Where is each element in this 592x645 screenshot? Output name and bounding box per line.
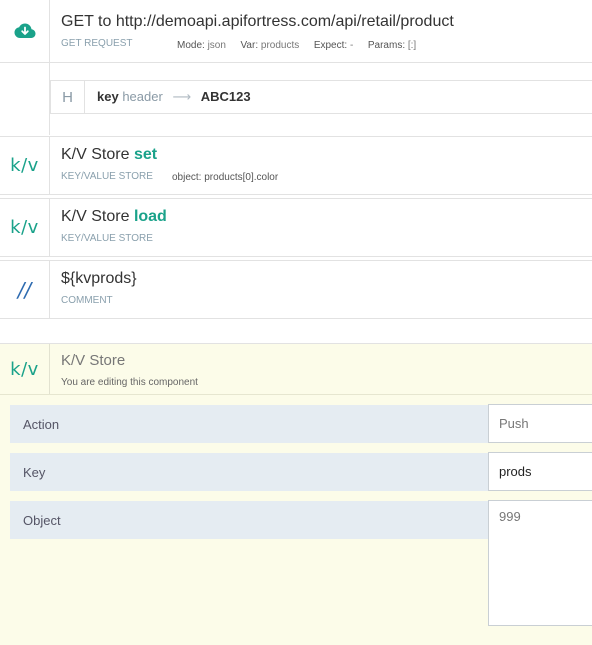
kv-store-icon: k/v	[10, 155, 39, 176]
kv-store-icon: k/v	[10, 358, 39, 380]
header-badge: H	[51, 81, 85, 113]
kv-store-icon: k/v	[10, 217, 39, 238]
header-value: ABC123	[200, 89, 251, 104]
kv-load-action: load	[133, 208, 167, 225]
object-field-label: Object	[10, 501, 488, 539]
edit-panel-title: K/V Store	[61, 352, 126, 369]
kv-load-icon-cell: k/v	[0, 199, 50, 256]
params-label: Params:	[367, 40, 406, 51]
get-request-row[interactable]: GET to http://demoapi.apifortress.com/ap…	[0, 0, 592, 63]
expect-label: Expect:	[313, 40, 348, 51]
edit-icon-cell: k/v	[0, 344, 50, 394]
var-value: products	[260, 40, 300, 51]
header-key: key	[97, 89, 119, 104]
cloud-download-icon	[14, 23, 35, 38]
expect-value: -	[349, 40, 354, 51]
mode-value: json	[207, 40, 226, 51]
header-gutter	[0, 63, 50, 135]
kv-load-title: K/V Store load	[61, 208, 167, 226]
key-field-label: Key	[10, 453, 488, 491]
kv-set-action: set	[133, 146, 158, 163]
header-key-label: header	[122, 89, 163, 104]
kv-set-icon-cell: k/v	[0, 137, 50, 194]
kv-load-title-prefix: K/V Store	[61, 208, 130, 225]
comment-icon: //	[17, 277, 32, 302]
arrow-right-icon: ⟶	[172, 89, 192, 104]
comment-row[interactable]: // ${kvprods} COMMENT	[0, 260, 592, 319]
action-field-label: Action	[10, 405, 488, 443]
kv-store-edit-panel: k/v K/V Store You are editing this compo…	[0, 343, 592, 645]
request-icon-cell	[0, 0, 50, 62]
header-item[interactable]: H key header ⟶ ABC123	[50, 80, 592, 114]
kv-set-object-label: object:	[172, 172, 202, 183]
kv-set-title: K/V Store set	[61, 146, 157, 164]
kv-set-object-value: products[0].color	[204, 172, 279, 183]
edit-panel-header: k/v K/V Store You are editing this compo…	[0, 344, 592, 395]
kv-load-row[interactable]: k/v K/V Store load KEY/VALUE STORE	[0, 198, 592, 257]
comment-icon-cell: //	[0, 261, 50, 318]
request-title: GET to http://demoapi.apifortress.com/ap…	[61, 13, 454, 30]
params-value: [:]	[407, 40, 417, 51]
object-textarea[interactable]: 999	[488, 500, 592, 626]
edit-panel-subtitle: You are editing this component	[61, 377, 198, 388]
key-input[interactable]: prods	[488, 452, 592, 491]
comment-subtitle: COMMENT	[61, 295, 113, 306]
header-text: key header ⟶ ABC123	[97, 89, 251, 105]
kv-set-meta: object: products[0].color	[172, 172, 278, 183]
mode-label: Mode:	[177, 40, 205, 51]
kv-set-subtitle: KEY/VALUE STORE	[61, 171, 153, 182]
kv-set-row[interactable]: k/v K/V Store set KEY/VALUE STORE object…	[0, 136, 592, 195]
kv-load-subtitle: KEY/VALUE STORE	[61, 233, 153, 244]
request-meta: Mode: json Var: products Expect: - Param…	[177, 40, 416, 51]
var-label: Var:	[240, 40, 259, 51]
action-select[interactable]: Push	[488, 404, 592, 443]
comment-title: ${kvprods}	[61, 270, 137, 287]
kv-set-title-prefix: K/V Store	[61, 146, 130, 163]
